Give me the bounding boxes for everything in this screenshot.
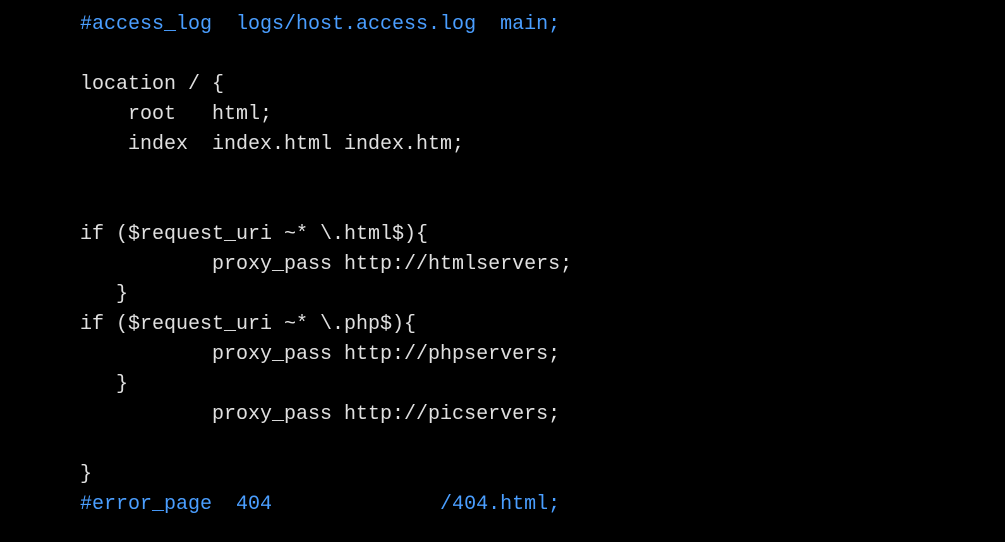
code-text: if ($request_uri ~* \.php$){ [80, 313, 416, 336]
code-line-12: proxy_pass http://phpservers; [80, 340, 1005, 370]
code-text: #error_page 404 /404.html; [80, 493, 560, 516]
code-line-2 [80, 40, 1005, 70]
code-text: } [80, 463, 92, 486]
code-line-14: proxy_pass http://picservers; [80, 400, 1005, 430]
code-text: root html; [80, 103, 272, 126]
code-text: #access_log logs/host.access.log main; [80, 13, 560, 36]
code-line-5: index index.html index.htm; [80, 130, 1005, 160]
code-line-4: root html; [80, 100, 1005, 130]
code-line-13: } [80, 370, 1005, 400]
code-line-8: if ($request_uri ~* \.html$){ [80, 220, 1005, 250]
code-line-6 [80, 160, 1005, 190]
code-line-16: } [80, 460, 1005, 490]
code-line-7 [80, 190, 1005, 220]
code-text: proxy_pass http://phpservers; [80, 343, 560, 366]
code-line-10: } [80, 280, 1005, 310]
code-line-17: #error_page 404 /404.html; [80, 490, 1005, 520]
code-text: index index.html index.htm; [80, 133, 464, 156]
code-text: } [80, 283, 128, 306]
code-text: if ($request_uri ~* \.html$){ [80, 223, 428, 246]
code-editor[interactable]: #access_log logs/host.access.log main; l… [0, 10, 1005, 520]
code-line-9: proxy_pass http://htmlservers; [80, 250, 1005, 280]
code-line-11: if ($request_uri ~* \.php$){ [80, 310, 1005, 340]
code-text: proxy_pass http://picservers; [80, 403, 560, 426]
code-line-3: location / { [80, 70, 1005, 100]
code-text: location / { [80, 73, 224, 96]
code-text: proxy_pass http://htmlservers; [80, 253, 572, 276]
code-line-1: #access_log logs/host.access.log main; [80, 10, 1005, 40]
code-text: } [80, 373, 128, 396]
code-line-15 [80, 430, 1005, 460]
